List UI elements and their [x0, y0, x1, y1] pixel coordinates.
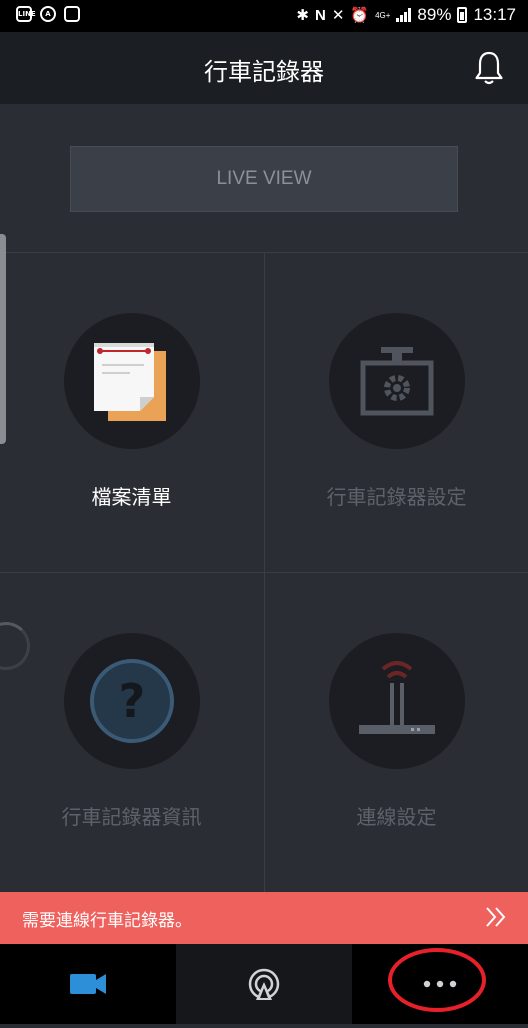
page-title: 行車記錄器	[204, 58, 324, 86]
app-header: 行車記錄器	[0, 32, 528, 104]
line-icon: LINE	[16, 6, 36, 22]
status-bar: LINE A ✱ N ✕ ⏰ 4G+ 89% 13:17	[0, 0, 528, 32]
router-icon	[359, 661, 435, 734]
live-view-button[interactable]: LIVE VIEW	[70, 146, 458, 212]
tab-camera[interactable]	[0, 944, 176, 1024]
tile-icon-circle	[329, 633, 465, 769]
file-list-icon	[94, 343, 166, 421]
tile-icon-circle	[64, 313, 200, 449]
bluetooth-icon: ✱	[296, 7, 309, 24]
signal-icon	[396, 8, 412, 22]
banner-text: 需要連線行車記錄器。	[22, 911, 192, 931]
notification-button[interactable]	[474, 50, 504, 86]
tile-icon-circle: ?	[64, 633, 200, 769]
side-drag-handle[interactable]	[0, 234, 6, 444]
status-right-icons: ✱ N ✕ ⏰ 4G+ 89% 13:17	[296, 5, 516, 25]
nfc-icon: N	[314, 6, 326, 24]
annotation-circle	[388, 948, 486, 1012]
video-camera-icon	[70, 974, 106, 994]
mute-icon: ✕	[331, 7, 345, 24]
tile-label-dashcam-info: 行車記錄器資訊	[61, 805, 202, 829]
status-time: 13:17	[473, 5, 516, 24]
tile-label-connection-settings: 連線設定	[356, 805, 437, 829]
question-icon: ?	[90, 659, 174, 743]
battery-icon	[457, 7, 468, 23]
battery-percent: 89%	[417, 5, 452, 24]
tile-label-file-list: 檔案清單	[91, 485, 172, 509]
dashcam-settings-icon	[360, 347, 434, 416]
status-left-icons: LINE A	[16, 6, 80, 22]
wifi-broadcast-icon	[248, 968, 280, 1000]
4g-icon: 4G+	[375, 10, 391, 20]
bell-icon	[475, 51, 503, 85]
svg-text:?: ?	[119, 674, 146, 728]
tab-connection[interactable]	[176, 944, 352, 1024]
tile-label-dashcam-settings: 行車記錄器設定	[326, 485, 467, 509]
tile-dashcam-info[interactable]: ? 行車記錄器資訊	[0, 573, 263, 891]
image-icon	[64, 6, 80, 22]
a-icon: A	[40, 6, 56, 22]
tile-file-list[interactable]: 檔案清單	[0, 253, 263, 571]
alarm-icon: ⏰	[350, 7, 370, 24]
tile-dashcam-settings[interactable]: 行車記錄器設定	[265, 253, 528, 571]
double-chevron-right-icon	[486, 907, 506, 927]
tile-connection-settings[interactable]: 連線設定	[265, 573, 528, 891]
connection-required-banner[interactable]: 需要連線行車記錄器。	[0, 892, 528, 944]
tile-icon-circle	[329, 313, 465, 449]
